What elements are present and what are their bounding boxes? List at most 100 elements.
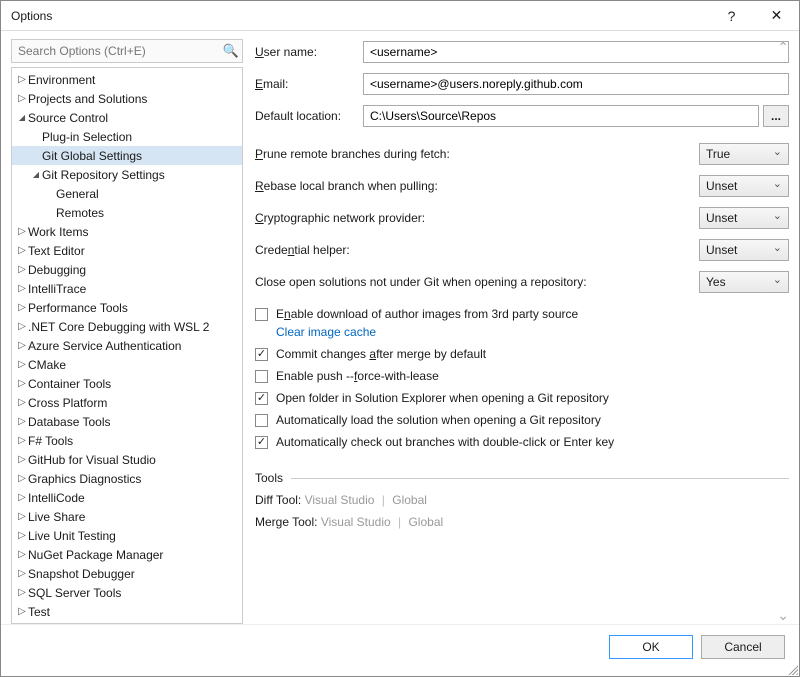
tree-item[interactable]: ▷Container Tools — [12, 374, 242, 393]
tree-item-label: .NET Core Debugging with WSL 2 — [28, 320, 209, 334]
chevron-right-icon[interactable]: ▷ — [16, 359, 28, 370]
email-input[interactable] — [363, 73, 789, 95]
diff-tool-vs[interactable]: Visual Studio — [305, 493, 375, 507]
chevron-right-icon[interactable]: ▷ — [16, 587, 28, 598]
tree-item[interactable]: Git Global Settings — [12, 146, 242, 165]
chevron-right-icon[interactable]: ▷ — [16, 378, 28, 389]
tree-item[interactable]: ▷IntelliTrace — [12, 279, 242, 298]
cancel-button[interactable]: Cancel — [701, 635, 785, 659]
tree-item[interactable]: ▷Text Editor — [12, 241, 242, 260]
search-icon[interactable]: 🔍 — [220, 43, 242, 59]
chevron-right-icon[interactable]: ▷ — [16, 416, 28, 427]
auto-load-checkbox[interactable] — [255, 414, 268, 427]
prune-dropdown[interactable]: True — [699, 143, 789, 165]
tree-item[interactable]: ▷Test Adapter for Google Test — [12, 621, 242, 624]
tree-item[interactable]: ▷Database Tools — [12, 412, 242, 431]
tree-item[interactable]: ▷F# Tools — [12, 431, 242, 450]
chevron-right-icon[interactable]: ▷ — [16, 549, 28, 560]
open-folder-checkbox[interactable] — [255, 392, 268, 405]
prune-label: Prune remote branches during fetch: — [255, 147, 450, 161]
tree-item[interactable]: Remotes — [12, 203, 242, 222]
tree-item-label: Remotes — [56, 206, 104, 220]
tree-item[interactable]: Plug-in Selection — [12, 127, 242, 146]
chevron-right-icon[interactable]: ▷ — [16, 454, 28, 465]
resize-grip[interactable] — [786, 663, 798, 675]
tree-item[interactable]: ▷Live Share — [12, 507, 242, 526]
chevron-right-icon[interactable]: ▷ — [16, 283, 28, 294]
tree-item-label: GitHub for Visual Studio — [28, 453, 156, 467]
chevron-right-icon[interactable]: ▷ — [16, 435, 28, 446]
tree-item[interactable]: ▷GitHub for Visual Studio — [12, 450, 242, 469]
tree-item[interactable]: ▷Environment — [12, 70, 242, 89]
tree-item[interactable]: ▷Performance Tools — [12, 298, 242, 317]
commit-after-merge-checkbox[interactable] — [255, 348, 268, 361]
diff-tool-global[interactable]: Global — [392, 493, 427, 507]
merge-tool-row: Merge Tool: Visual Studio | Global — [255, 515, 789, 529]
chevron-right-icon[interactable]: ▷ — [16, 302, 28, 313]
chevron-right-icon[interactable]: ▷ — [16, 74, 28, 85]
ok-button[interactable]: OK — [609, 635, 693, 659]
browse-button[interactable]: ... — [763, 105, 789, 127]
chevron-right-icon[interactable]: ▷ — [16, 93, 28, 104]
merge-tool-vs[interactable]: Visual Studio — [321, 515, 391, 529]
tree-item[interactable]: ▷Cross Platform — [12, 393, 242, 412]
tree-item-label: Git Global Settings — [42, 149, 142, 163]
tree-item[interactable]: ▷Work Items — [12, 222, 242, 241]
credential-dropdown[interactable]: Unset — [699, 239, 789, 261]
close-solutions-dropdown[interactable]: Yes — [699, 271, 789, 293]
tree-item[interactable]: General — [12, 184, 242, 203]
chevron-down-icon[interactable]: ◢ — [16, 113, 28, 122]
default-location-input[interactable] — [363, 105, 759, 127]
sidebar: 🔍 ▷Environment▷Projects and Solutions◢So… — [11, 39, 243, 624]
tree-item-label: NuGet Package Manager — [28, 548, 163, 562]
options-tree[interactable]: ▷Environment▷Projects and Solutions◢Sour… — [11, 67, 243, 624]
search-box[interactable]: 🔍 — [11, 39, 243, 63]
tree-item-label: Test — [28, 605, 50, 619]
clear-image-cache-link[interactable]: Clear image cache — [276, 325, 789, 339]
tree-item[interactable]: ▷.NET Core Debugging with WSL 2 — [12, 317, 242, 336]
tree-item[interactable]: ▷Snapshot Debugger — [12, 564, 242, 583]
chevron-right-icon[interactable]: ▷ — [16, 606, 28, 617]
chevron-right-icon[interactable]: ▷ — [16, 264, 28, 275]
chevron-right-icon[interactable]: ▷ — [16, 340, 28, 351]
scroll-up-icon[interactable]: ⌃ — [777, 39, 789, 56]
merge-tool-global[interactable]: Global — [408, 515, 443, 529]
close-solutions-label: Close open solutions not under Git when … — [255, 275, 587, 289]
rebase-dropdown[interactable]: Unset — [699, 175, 789, 197]
tree-item[interactable]: ▷CMake — [12, 355, 242, 374]
tree-item[interactable]: ◢Source Control — [12, 108, 242, 127]
push-force-checkbox[interactable] — [255, 370, 268, 383]
tree-item[interactable]: ▷Live Unit Testing — [12, 526, 242, 545]
tree-item[interactable]: ▷IntelliCode — [12, 488, 242, 507]
scroll-down-icon[interactable]: ⌄ — [777, 607, 789, 624]
chevron-right-icon[interactable]: ▷ — [16, 492, 28, 503]
tree-item[interactable]: ▷Azure Service Authentication — [12, 336, 242, 355]
author-images-checkbox[interactable] — [255, 308, 268, 321]
tree-item[interactable]: ▷Debugging — [12, 260, 242, 279]
tree-item[interactable]: ▷SQL Server Tools — [12, 583, 242, 602]
chevron-right-icon[interactable]: ▷ — [16, 530, 28, 541]
crypto-dropdown[interactable]: Unset — [699, 207, 789, 229]
chevron-right-icon[interactable]: ▷ — [16, 245, 28, 256]
tree-item[interactable]: ▷NuGet Package Manager — [12, 545, 242, 564]
help-button[interactable]: ? — [709, 1, 754, 31]
close-button[interactable]: ✕ — [754, 1, 799, 31]
tree-item[interactable]: ◢Git Repository Settings — [12, 165, 242, 184]
username-input[interactable] — [363, 41, 789, 63]
search-input[interactable] — [12, 40, 220, 62]
tree-item[interactable]: ▷Graphics Diagnostics — [12, 469, 242, 488]
chevron-right-icon[interactable]: ▷ — [16, 226, 28, 237]
chevron-down-icon[interactable]: ◢ — [30, 170, 42, 179]
auto-checkout-checkbox[interactable] — [255, 436, 268, 449]
tree-item[interactable]: ▷Test — [12, 602, 242, 621]
chevron-right-icon[interactable]: ▷ — [16, 568, 28, 579]
chevron-right-icon[interactable]: ▷ — [16, 397, 28, 408]
chevron-right-icon[interactable]: ▷ — [16, 473, 28, 484]
chevron-right-icon[interactable]: ▷ — [16, 321, 28, 332]
default-location-label: Default location: — [255, 109, 363, 123]
tree-item[interactable]: ▷Projects and Solutions — [12, 89, 242, 108]
merge-tool-label: Merge Tool: — [255, 515, 317, 529]
commit-after-merge-label: Commit changes after merge by default — [276, 347, 486, 361]
chevron-right-icon[interactable]: ▷ — [16, 511, 28, 522]
tree-item-label: Container Tools — [28, 377, 111, 391]
